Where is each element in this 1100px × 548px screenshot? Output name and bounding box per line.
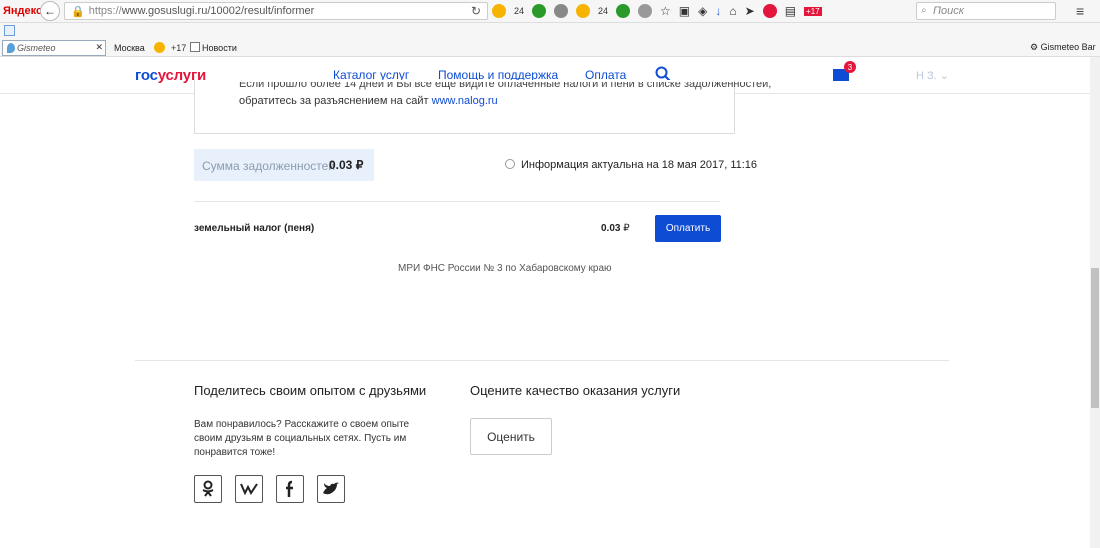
- user-name: Н З.: [916, 70, 937, 82]
- odnoklassniki-icon[interactable]: [194, 475, 222, 503]
- extension-icon[interactable]: [532, 4, 547, 18]
- bookmark-icon[interactable]: ▣: [679, 4, 690, 18]
- actual-info: Информация актуальна на 18 мая 2017, 11:…: [521, 159, 758, 171]
- pocket-icon[interactable]: ◈: [698, 4, 707, 18]
- tax-amount-value: 0.03: [601, 223, 621, 234]
- info-line-2: обратитесь за разъяснением на сайт: [239, 95, 432, 107]
- address-bar[interactable]: 🔒 https://www.gosuslugi.ru/10002/result/…: [64, 2, 488, 20]
- home-icon[interactable]: ⌂: [729, 4, 736, 18]
- news-icon: [190, 42, 200, 52]
- rate-button[interactable]: Оценить: [470, 418, 552, 455]
- search-placeholder: Поиск: [933, 5, 964, 17]
- gismeteo-settings[interactable]: ⚙ Gismeteo Bar: [1030, 42, 1096, 53]
- browser-search-input[interactable]: ⌕ Поиск: [916, 2, 1056, 20]
- chevron-down-icon: ⌄: [939, 70, 949, 82]
- mail-ext-icon[interactable]: [554, 4, 569, 18]
- vk-icon[interactable]: [235, 475, 263, 503]
- info-clipped-line: Если прошло более 14 дней и Вы все еще в…: [239, 82, 771, 94]
- star-icon[interactable]: ☆: [660, 4, 671, 18]
- pay-button[interactable]: Оплатить: [655, 215, 721, 242]
- camera-icon[interactable]: [638, 4, 653, 18]
- scrollbar-thumb[interactable]: [1091, 268, 1099, 408]
- sun-icon: [154, 42, 165, 53]
- bookmark-item-icon[interactable]: [4, 25, 15, 36]
- weather-temp-1: 24: [514, 6, 525, 16]
- clock-icon: [505, 159, 515, 169]
- facebook-icon[interactable]: [276, 475, 304, 503]
- logo-part-main: гос: [135, 67, 158, 84]
- extension-icon-3[interactable]: [762, 4, 777, 18]
- tax-amount: 0.03 ₽: [601, 223, 630, 234]
- send-icon[interactable]: ➤: [745, 4, 755, 18]
- twitter-icon[interactable]: [317, 475, 345, 503]
- gismeteo-toolbar: Gismeteo ✕ Москва +17 Новости ⚙ Gismeteo…: [0, 39, 1100, 57]
- download-icon[interactable]: ↓: [715, 4, 721, 18]
- bookmarks-bar: [0, 23, 1100, 39]
- weather-icon-2[interactable]: [576, 4, 591, 18]
- gismeteo-temp: +17: [171, 43, 187, 53]
- mail-count-badge: 3: [844, 61, 856, 73]
- footer-divider: [135, 360, 949, 361]
- info-notice-text: Если прошло более 14 дней и Вы все еще в…: [239, 82, 771, 109]
- back-button[interactable]: ←: [40, 1, 60, 21]
- extension-icon-2[interactable]: [616, 4, 631, 18]
- hamburger-menu-icon[interactable]: ≡: [1076, 3, 1084, 19]
- reload-icon[interactable]: ↻: [471, 4, 481, 18]
- search-icon: ⌕: [921, 5, 927, 16]
- close-icon[interactable]: ✕: [95, 42, 103, 53]
- weather-temp-2: 24: [598, 6, 609, 16]
- extensions-area: 24 24 ☆ ▣ ◈ ↓ ⌂ ➤ ▤ +17: [492, 2, 822, 20]
- water-drop-icon: [7, 43, 15, 53]
- gismeteo-city[interactable]: Москва: [114, 43, 145, 53]
- debt-value: 0.03 ₽: [329, 158, 364, 172]
- gismeteo-search-field[interactable]: Gismeteo ✕: [2, 40, 106, 56]
- url-prefix: https://: [88, 5, 122, 17]
- weather-icon[interactable]: [492, 4, 506, 18]
- debt-label: Сумма задолженностей: [202, 159, 335, 173]
- clipboard-icon[interactable]: ▤: [785, 4, 796, 18]
- rate-title: Оцените качество оказания услуги: [470, 383, 681, 398]
- share-text: Вам понравилось? Расскажите о своем опыт…: [194, 419, 410, 458]
- url-text: www.gosuslugi.ru/10002/result/informer: [121, 5, 315, 17]
- divider: [194, 201, 720, 202]
- gismeteo-settings-label: Gismeteo Bar: [1040, 42, 1096, 52]
- notification-badge[interactable]: +17: [804, 6, 822, 16]
- lock-icon: 🔒: [71, 5, 85, 18]
- info-line-1: Если прошло более 14 дней и Вы все еще в…: [239, 82, 772, 90]
- nalog-link[interactable]: www.nalog.ru: [432, 95, 498, 107]
- gismeteo-news[interactable]: Новости: [202, 43, 237, 53]
- tax-authority: МРИ ФНС России № 3 по Хабаровскому краю: [398, 263, 612, 274]
- user-menu[interactable]: Н З. ⌄: [916, 69, 949, 82]
- share-title: Поделитесь своим опытом с друзьями: [194, 383, 427, 398]
- yandex-logo[interactable]: Яндекс: [0, 5, 42, 17]
- ruble-sign: ₽: [623, 223, 630, 234]
- gismeteo-field-value: Gismeteo: [17, 43, 56, 53]
- tax-name: земельный налог (пеня): [194, 223, 315, 234]
